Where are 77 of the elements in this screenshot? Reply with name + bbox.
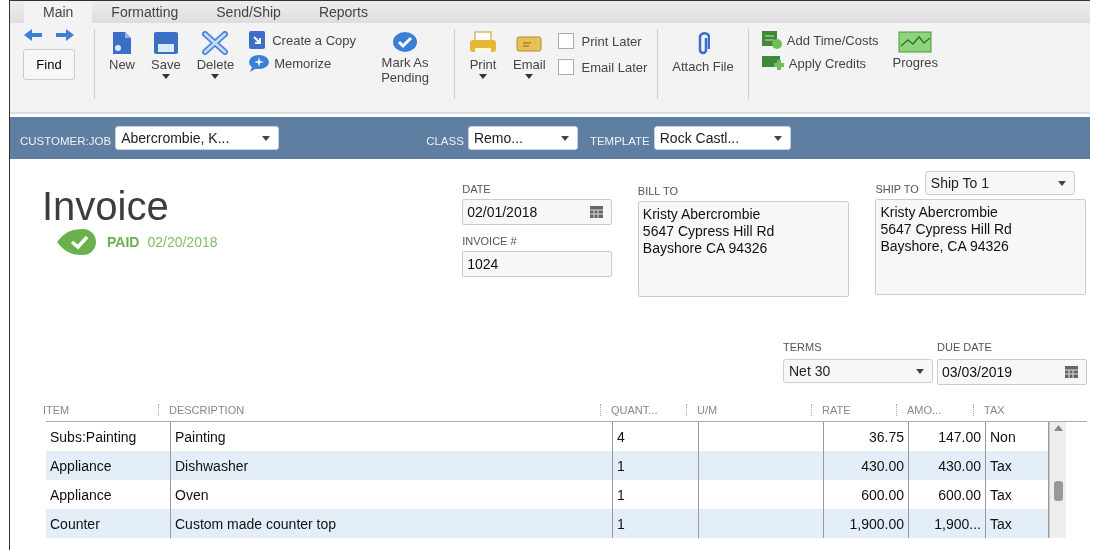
terms-dropdown[interactable]: Net 30: [783, 359, 933, 383]
attach-file-button[interactable]: Attach File: [664, 29, 742, 76]
print-button[interactable]: Print: [461, 29, 506, 81]
column-header[interactable]: DESCRIPTION: [158, 404, 600, 416]
paid-date: 02/20/2018: [147, 234, 218, 250]
field-label: CLASS: [426, 135, 464, 147]
ribbon-tab[interactable]: Reports: [299, 1, 387, 23]
calendar-icon[interactable]: [1065, 366, 1078, 378]
table-cell: 1: [613, 509, 699, 538]
ship-to-address[interactable]: Kristy Abercrombie 5647 Cypress Hill Rd Bayshore, CA 94326: [875, 199, 1087, 295]
table-cell: Counter: [46, 509, 171, 538]
invoice-number-field[interactable]: 1024: [462, 251, 613, 277]
find-button[interactable]: Find: [23, 49, 75, 80]
ribbon-tab[interactable]: Main: [24, 1, 93, 23]
table-cell: 430.00: [909, 451, 986, 480]
new-document-icon: [112, 31, 132, 55]
checkmark-badge-icon: [55, 228, 99, 256]
printer-icon: [469, 31, 498, 55]
column-header[interactable]: U/M: [686, 404, 811, 416]
paperclip-icon: [696, 31, 711, 57]
table-cell: 1,900...: [909, 509, 986, 538]
customer-job-dropdown[interactable]: Abercrombie, K...: [115, 126, 280, 150]
ribbon-tab[interactable]: Formatting: [92, 1, 198, 23]
forward-arrow-icon[interactable]: [56, 29, 74, 41]
field-label: SHIP TO: [875, 183, 919, 195]
table-cell: 1,900.00: [824, 509, 909, 538]
checkmark-icon: [392, 31, 419, 53]
field-label: CUSTOMER:JOB: [20, 135, 112, 147]
field-label: DATE: [462, 183, 492, 195]
scroll-up-icon[interactable]: [1053, 425, 1063, 431]
back-arrow-icon[interactable]: [24, 29, 42, 41]
email-button[interactable]: Email: [505, 29, 554, 81]
field-label: TEMPLATE: [589, 135, 650, 147]
column-header[interactable]: ITEM: [33, 404, 158, 416]
timesheet-icon: [760, 30, 783, 50]
field-label: TERMS: [783, 341, 823, 353]
delete-button[interactable]: Delete: [188, 29, 243, 81]
table-cell: 430.00: [824, 451, 909, 480]
ship-to-dropdown[interactable]: Ship To 1: [924, 171, 1075, 195]
table-cell: 1: [613, 451, 699, 480]
field-label: DUE DATE: [937, 341, 993, 353]
table-cell: Dishwasher: [171, 451, 613, 480]
line-graph-icon: [898, 31, 933, 53]
new-button[interactable]: New: [101, 29, 143, 74]
scroll-thumb[interactable]: [1053, 481, 1063, 501]
table-cell: Appliance: [46, 451, 171, 480]
scrollbar[interactable]: [1049, 422, 1066, 538]
apply-credits-button[interactable]: Apply Credits: [758, 53, 881, 73]
speech-bubble-icon: [248, 54, 271, 72]
bill-to-address[interactable]: Kristy Abercrombie 5647 Cypress Hill Rd Bayshore CA 94326: [637, 201, 849, 297]
column-header[interactable]: QUANT...: [600, 404, 686, 416]
mark-as-pending-button[interactable]: Mark As Pending: [362, 29, 449, 87]
save-button[interactable]: Save: [143, 29, 189, 81]
create-copy-button[interactable]: Create a Copy: [246, 29, 359, 51]
status-label: PAID: [107, 234, 140, 250]
field-label: INVOICE #: [462, 235, 518, 247]
column-header[interactable]: AMO...: [896, 404, 973, 416]
checkbox-label: Print Later: [581, 33, 642, 49]
form-title: Invoice: [42, 184, 170, 228]
calendar-icon[interactable]: [590, 206, 604, 218]
checkbox[interactable]: [557, 33, 574, 49]
checkbox[interactable]: [557, 59, 574, 75]
add-time-costs-button[interactable]: Add Time/Costs: [758, 29, 881, 51]
ribbon-tab[interactable]: Send/Ship: [197, 1, 300, 23]
column-header[interactable]: TAX: [973, 404, 1036, 416]
class-dropdown[interactable]: Remo...: [467, 126, 578, 150]
memorize-button[interactable]: Memorize: [246, 53, 359, 73]
progress-button[interactable]: Progres: [884, 29, 939, 72]
table-cell: Custom made counter top: [171, 509, 613, 538]
date-field[interactable]: 02/01/2018: [462, 199, 613, 225]
template-dropdown[interactable]: Rock Castl...: [653, 126, 791, 150]
due-date-field[interactable]: 03/03/2019: [937, 359, 1087, 385]
plus-card-icon: [760, 54, 785, 72]
checkbox-label: Email Later: [581, 59, 648, 75]
column-header[interactable]: RATE: [811, 404, 896, 416]
cross-icon: [202, 31, 229, 55]
field-label: BILL TO: [637, 185, 679, 197]
